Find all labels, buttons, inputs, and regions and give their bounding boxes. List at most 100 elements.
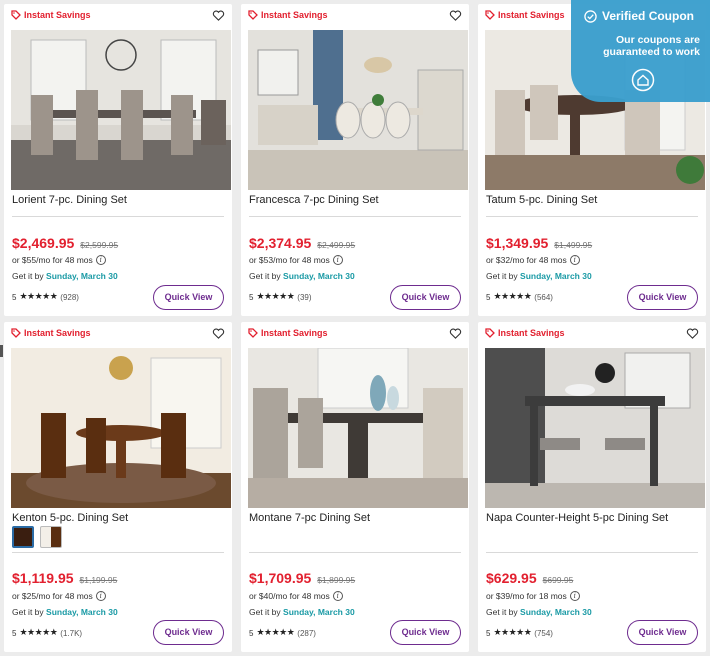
badge-label: Instant Savings	[498, 328, 565, 338]
product-image[interactable]	[485, 348, 705, 508]
badge-label: Instant Savings	[261, 328, 328, 338]
divider	[12, 552, 224, 553]
product-name[interactable]: Tatum 5-pc. Dining Set	[486, 194, 597, 206]
product-card[interactable]: Instant Savings Napa Counter-Height 5-pc…	[478, 322, 706, 652]
product-card[interactable]: Instant Savings Lorient 7-pc. Dining Set	[4, 4, 232, 316]
scroll-handle[interactable]	[0, 345, 3, 357]
rating-value: 5	[249, 292, 254, 302]
original-price: $2,499.95	[317, 240, 356, 250]
badge-label: Instant Savings	[261, 10, 328, 20]
product-image[interactable]	[11, 30, 231, 190]
sale-price: $2,374.95	[249, 235, 312, 251]
check-circle-icon	[584, 9, 597, 23]
star-icons: ★★★★★	[19, 628, 58, 638]
delivery-date: Sunday, March 30	[46, 607, 118, 617]
rating-value: 5	[249, 628, 254, 638]
info-icon[interactable]: i	[569, 255, 580, 265]
financing-text: or $53/mo for 48 mos	[249, 255, 330, 265]
review-count: (754)	[534, 628, 553, 638]
rating-value: 5	[486, 628, 491, 638]
product-name[interactable]: Napa Counter-Height 5-pc Dining Set	[486, 512, 668, 524]
rating[interactable]: 5 ★★★★★ (287)	[249, 628, 316, 638]
instant-savings-badge: Instant Savings	[248, 10, 328, 20]
heart-icon[interactable]	[212, 9, 225, 22]
heart-icon[interactable]	[449, 9, 462, 22]
price-row: $2,469.95 $2,599.95	[12, 235, 118, 251]
info-icon[interactable]: i	[332, 255, 343, 265]
coupon-title: Verified Coupon	[584, 9, 694, 23]
product-name[interactable]: Francesca 7-pc Dining Set	[249, 194, 379, 206]
review-count: (928)	[60, 292, 79, 302]
financing-text: or $40/mo for 48 mos	[249, 591, 330, 601]
rating[interactable]: 5 ★★★★★ (1.7K)	[12, 628, 82, 638]
quick-view-button[interactable]: Quick View	[153, 620, 224, 645]
product-name[interactable]: Kenton 5-pc. Dining Set	[12, 512, 128, 524]
tag-icon	[11, 10, 21, 20]
quick-view-button[interactable]: Quick View	[627, 285, 698, 310]
delivery-prefix: Get it by	[249, 607, 281, 617]
info-icon[interactable]: i	[332, 591, 343, 601]
original-price: $1,899.95	[317, 575, 356, 585]
product-image[interactable]	[11, 348, 231, 508]
star-icons: ★★★★★	[256, 292, 295, 302]
delivery-prefix: Get it by	[486, 607, 518, 617]
quick-view-button[interactable]: Quick View	[390, 285, 461, 310]
financing-text: or $32/mo for 48 mos	[486, 255, 567, 265]
rating[interactable]: 5 ★★★★★ (39)	[249, 292, 312, 302]
info-icon[interactable]: i	[569, 591, 580, 601]
tag-icon	[485, 328, 495, 338]
delivery-date: Sunday, March 30	[46, 271, 118, 281]
review-count: (1.7K)	[60, 628, 83, 638]
heart-icon[interactable]	[686, 327, 699, 340]
star-icons: ★★★★★	[493, 292, 532, 302]
rating[interactable]: 5 ★★★★★ (928)	[12, 292, 79, 302]
delivery-prefix: Get it by	[12, 607, 44, 617]
quick-view-button[interactable]: Quick View	[627, 620, 698, 645]
sale-price: $1,349.95	[486, 235, 549, 251]
color-swatches	[12, 526, 62, 548]
original-price: $1,499.95	[554, 240, 593, 250]
heart-icon[interactable]	[449, 327, 462, 340]
swatch-dark[interactable]	[12, 526, 34, 548]
coupon-message: Our coupons are guaranteed to work	[603, 34, 700, 58]
verified-coupon-banner[interactable]: Verified Coupon Our coupons are guarante…	[571, 0, 710, 102]
rating[interactable]: 5 ★★★★★ (754)	[486, 628, 553, 638]
financing-text: or $39/mo for 18 mos	[486, 591, 567, 601]
original-price: $1,199.95	[79, 575, 118, 585]
delivery-date: Sunday, March 30	[520, 607, 592, 617]
original-price: $2,599.95	[80, 240, 119, 250]
financing: or $55/mo for 48 mos i	[12, 255, 106, 265]
price-row: $2,374.95 $2,499.95	[249, 235, 355, 251]
product-name[interactable]: Lorient 7-pc. Dining Set	[12, 194, 127, 206]
info-icon[interactable]: i	[95, 591, 106, 601]
review-count: (287)	[297, 628, 316, 638]
tag-icon	[485, 10, 495, 20]
product-card[interactable]: Instant Savings Francesca 7-pc Dining Se…	[241, 4, 469, 316]
price-row: $1,349.95 $1,499.95	[486, 235, 592, 251]
delivery: Get it by Sunday, March 30	[12, 607, 118, 617]
product-name[interactable]: Montane 7-pc Dining Set	[249, 512, 370, 524]
delivery-prefix: Get it by	[486, 271, 518, 281]
delivery-prefix: Get it by	[249, 271, 281, 281]
divider	[12, 216, 224, 217]
financing-text: or $55/mo for 48 mos	[12, 255, 93, 265]
review-count: (564)	[534, 292, 553, 302]
badge-label: Instant Savings	[498, 10, 565, 20]
product-image[interactable]	[248, 348, 468, 508]
product-card[interactable]: Instant Savings Kenton 5-pc. Dining Set	[4, 322, 232, 652]
sale-price: $2,469.95	[12, 235, 75, 251]
badge-label: Instant Savings	[24, 10, 91, 20]
rating[interactable]: 5 ★★★★★ (564)	[486, 292, 553, 302]
star-icons: ★★★★★	[19, 292, 58, 302]
heart-icon[interactable]	[212, 327, 225, 340]
financing: or $53/mo for 48 mos i	[249, 255, 343, 265]
price-row: $1,119.95 $1,199.95	[12, 570, 117, 586]
product-card[interactable]: Instant Savings Montane 7-pc Dining Set …	[241, 322, 469, 652]
delivery: Get it by Sunday, March 30	[249, 271, 355, 281]
quick-view-button[interactable]: Quick View	[390, 620, 461, 645]
info-icon[interactable]: i	[95, 255, 106, 265]
product-image[interactable]	[248, 30, 468, 190]
quick-view-button[interactable]: Quick View	[153, 285, 224, 310]
instant-savings-badge: Instant Savings	[11, 10, 91, 20]
swatch-two-tone[interactable]	[40, 526, 62, 548]
